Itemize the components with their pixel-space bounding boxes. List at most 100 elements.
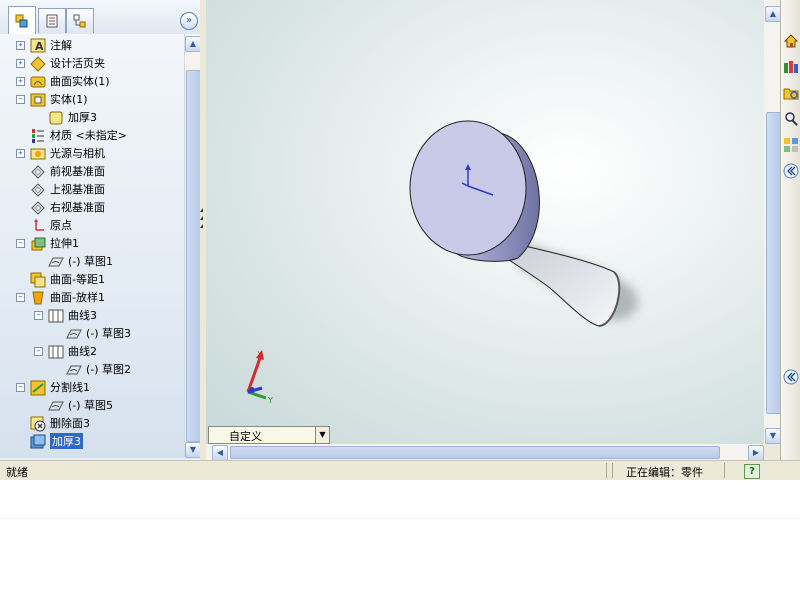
tree-item-label: (-) 草图2 <box>86 363 132 376</box>
feature-manager-tab[interactable] <box>8 6 36 34</box>
property-sheet-icon <box>46 14 58 28</box>
tree-item-label: 加厚3 <box>50 433 83 449</box>
search-icon[interactable] <box>782 110 800 128</box>
surface-offset-icon <box>30 272 46 287</box>
annotation-icon: A <box>30 38 46 53</box>
tree-expander[interactable]: − <box>16 383 25 392</box>
tree-item[interactable]: 曲面-放样1 <box>30 288 105 306</box>
scroll-right-button[interactable]: ▶ <box>748 445 764 461</box>
tree-item-label: 原点 <box>50 219 72 232</box>
feature-tree-icon <box>15 14 28 27</box>
scroll-up-button[interactable]: ▲ <box>765 6 781 22</box>
tree-expander[interactable]: − <box>16 239 25 248</box>
part-model[interactable]: X Y <box>206 0 764 444</box>
tree-item[interactable]: (-) 草图5 <box>48 396 113 414</box>
tree-item[interactable]: A 注解 <box>30 36 72 54</box>
scroll-left-button[interactable]: ◀ <box>212 445 228 461</box>
delete-face-icon <box>30 416 46 431</box>
file-explorer-icon[interactable] <box>782 84 800 102</box>
scroll-thumb[interactable] <box>186 70 201 442</box>
graphics-vertical-scrollbar[interactable]: ▲ ▼ <box>764 0 781 444</box>
collapse-icon[interactable] <box>782 368 800 386</box>
configuration-manager-tab[interactable] <box>66 8 94 33</box>
tree-item[interactable]: 曲线2 <box>48 342 97 360</box>
tree-item[interactable]: (-) 草图3 <box>66 324 131 342</box>
tree-item-label: 前视基准面 <box>50 165 105 178</box>
tree-item[interactable]: 加厚3 <box>48 108 97 126</box>
tree-expander[interactable]: − <box>16 293 25 302</box>
tree-item[interactable]: 拉伸1 <box>30 234 79 252</box>
property-manager-tab[interactable] <box>38 8 66 33</box>
tree-expander[interactable]: + <box>16 41 25 50</box>
tree-item[interactable]: 曲线3 <box>48 306 97 324</box>
tree-item[interactable]: 实体(1) <box>30 90 88 108</box>
home-icon[interactable] <box>782 32 800 50</box>
tree-item[interactable]: (-) 草图1 <box>48 252 113 270</box>
plane-icon <box>30 182 46 197</box>
collapse-icon[interactable] <box>782 162 800 180</box>
help-icon[interactable]: ? <box>744 464 760 479</box>
tree-item[interactable]: 右视基准面 <box>30 198 105 216</box>
tree-item[interactable]: (-) 草图2 <box>66 360 131 378</box>
status-separator <box>612 463 613 478</box>
sketch-icon <box>48 398 64 413</box>
tree-item[interactable]: 删除面3 <box>30 414 90 432</box>
tree-item-label: 曲面-等距1 <box>50 273 105 286</box>
tree-expander[interactable]: − <box>16 95 25 104</box>
scroll-down-button[interactable]: ▼ <box>765 428 781 444</box>
extrude-icon <box>30 236 46 251</box>
scroll-thumb[interactable] <box>230 446 720 459</box>
configuration-icon <box>73 14 86 28</box>
tree-expander[interactable]: + <box>16 59 25 68</box>
split-line-icon <box>30 380 46 395</box>
tree-item[interactable]: 设计活页夹 <box>30 54 105 72</box>
tree-expander[interactable]: + <box>16 149 25 158</box>
scroll-down-button[interactable]: ▼ <box>185 442 201 458</box>
graphics-horizontal-scrollbar[interactable]: ◀ ▶ <box>206 444 764 461</box>
svg-text:Y: Y <box>267 396 273 405</box>
graphics-area[interactable]: X Y 自定义 ▼ <box>206 0 764 444</box>
tree-item[interactable]: 曲面实体(1) <box>30 72 110 90</box>
tree-item[interactable]: 曲面-等距1 <box>30 270 105 288</box>
tree-item[interactable]: 加厚3 <box>30 432 83 450</box>
feature-manager-panel: » + A 注解 + 设计活页夹 + 曲面实体(1) − 实体(1) 加厚3 材质 <未指定> + 光源… <box>0 0 205 460</box>
divider <box>0 518 800 519</box>
tree-item[interactable]: 原点 <box>30 216 72 234</box>
tree-item[interactable]: 上视基准面 <box>30 180 105 198</box>
solidworks-window: » + A 注解 + 设计活页夹 + 曲面实体(1) − 实体(1) 加厚3 材质 <未指定> + 光源… <box>0 0 800 481</box>
tree-item-label: 光源与相机 <box>50 147 105 160</box>
tree-item-label: 材质 <未指定> <box>50 129 127 142</box>
tree-item[interactable]: 材质 <未指定> <box>30 126 127 144</box>
collapse-panel-button[interactable]: » <box>180 12 198 30</box>
tree-item-label: 删除面3 <box>50 417 90 430</box>
tree-expander[interactable]: − <box>34 311 43 320</box>
sketch-icon <box>48 254 64 269</box>
status-bar: 就绪 正在编辑：零件 ? <box>0 460 800 481</box>
tree-expander[interactable]: + <box>16 77 25 86</box>
scroll-up-button[interactable]: ▲ <box>185 36 201 52</box>
tree-item-label: 曲面实体(1) <box>50 75 110 88</box>
design-binder-icon <box>30 55 46 72</box>
dropdown-arrow-icon[interactable]: ▼ <box>315 427 329 443</box>
sketch-icon <box>66 326 82 341</box>
tree-item-label: 设计活页夹 <box>50 57 105 70</box>
tree-item-label: 加厚3 <box>68 111 97 124</box>
tree-item[interactable]: 前视基准面 <box>30 162 105 180</box>
tree-item-label: 拉伸1 <box>50 237 79 250</box>
view-orientation-dropdown[interactable]: 自定义 ▼ <box>208 426 330 444</box>
svg-text:X: X <box>257 350 263 359</box>
tree-scrollbar[interactable]: ▲ ▼ <box>184 34 201 458</box>
scroll-thumb[interactable] <box>766 112 781 414</box>
tree-item[interactable]: 分割线1 <box>30 378 90 396</box>
view-orientation-value: 自定义 <box>229 430 262 443</box>
editing-status: 正在编辑：零件 <box>626 466 703 479</box>
status-separator <box>606 463 607 478</box>
tree-item[interactable]: 光源与相机 <box>30 144 105 162</box>
tree-item-label: (-) 草图3 <box>86 327 132 340</box>
tree-expander[interactable]: − <box>34 347 43 356</box>
tree-item-label: 曲面-放样1 <box>50 291 105 304</box>
status-separator <box>724 463 725 478</box>
view-palette-icon[interactable] <box>782 136 800 154</box>
design-library-icon[interactable] <box>782 58 800 76</box>
tree-item-label: 注解 <box>50 39 72 52</box>
